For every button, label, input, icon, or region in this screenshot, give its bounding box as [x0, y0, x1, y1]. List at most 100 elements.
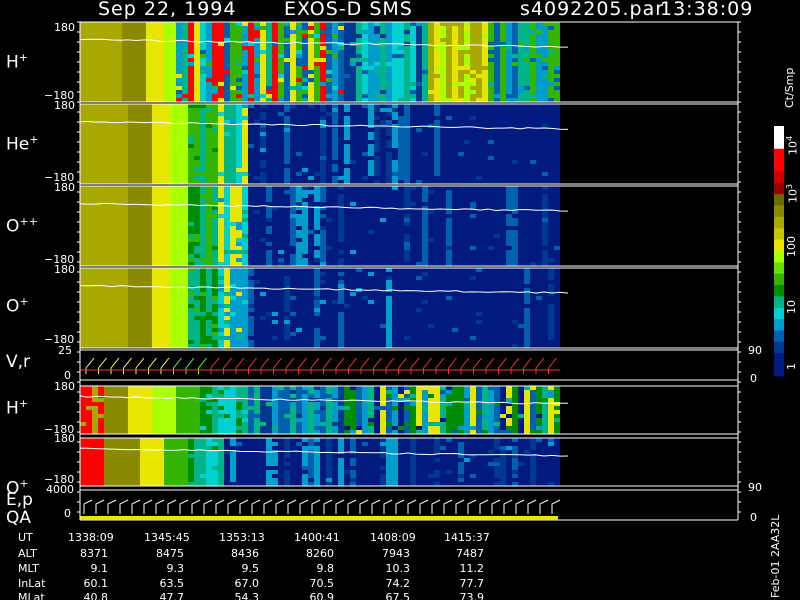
vr-sawtooth: [523, 357, 532, 374]
eph-label-mlat: MLat: [18, 591, 45, 600]
vr-sawtooth: [260, 357, 270, 374]
ep-sawtooth: [551, 499, 561, 514]
vr-sawtooth: [98, 357, 107, 374]
ep-sawtooth: [479, 499, 489, 514]
footer-id: Feb-01 2AA32L: [769, 514, 782, 598]
eph-label-alt: ALT: [18, 547, 37, 560]
eph-label-mlt: MLT: [18, 562, 39, 575]
eph-mlt-value: 11.2: [459, 562, 485, 575]
panel-label-h-plus-2: H+: [6, 397, 29, 419]
colorbar-swatch: [774, 205, 784, 218]
panel-label-he-plus: He+: [6, 133, 39, 155]
y-tick-p3-top: 180: [54, 181, 75, 194]
vr-sawtooth: [473, 357, 482, 374]
ep-sawtooth: [251, 499, 261, 514]
eph-inlat-value: 60.1: [83, 577, 109, 590]
vr-sawtooth: [460, 357, 470, 374]
y-tick-p1-top: 180: [54, 21, 75, 34]
ep-sawtooth: [419, 499, 429, 514]
vr-sawtooth: [423, 357, 432, 374]
qa-bar: [80, 516, 558, 520]
colorbar-swatch: [774, 239, 784, 252]
eph-inlat-value: 77.7: [459, 577, 485, 590]
eph-alt-value: 8260: [306, 547, 334, 560]
eph-ut-value: 1415:37: [444, 531, 490, 544]
y-tick-p8-top: 4000: [46, 483, 74, 496]
colorbar-tick-100: 100: [785, 236, 798, 257]
vr-sawtooth: [348, 357, 357, 374]
colorbar-tick-1: 1: [785, 363, 798, 370]
vr-sawtooth: [85, 357, 95, 374]
ep-sawtooth: [83, 499, 93, 514]
y-tick-p2-top: 180: [54, 99, 75, 112]
vr-sawtooth: [535, 357, 545, 374]
y-tick-p8-bot: 0: [64, 507, 71, 520]
eph-ut-value: 1353:13: [219, 531, 265, 544]
ep-sawtooth: [347, 499, 357, 514]
ep-sawtooth: [155, 499, 165, 514]
colorbar-swatch: [774, 319, 784, 332]
eph-mlat-value: 54.3: [234, 591, 260, 600]
eph-mlt-value: 10.3: [385, 562, 411, 575]
colorbar-swatch: [774, 285, 784, 297]
colorbar-swatch: [774, 353, 784, 366]
vr-sawtooth: [435, 357, 445, 374]
panel-h-plus-2: [80, 386, 560, 434]
panel-label-ep: E,p: [6, 490, 33, 510]
right-tick-p8-top: 90: [748, 481, 762, 494]
right-tick-p5-top: 90: [748, 344, 762, 357]
ep-sawtooth: [167, 499, 177, 514]
y-tick-p7-top: 180: [54, 432, 75, 445]
ep-sawtooth: [371, 499, 381, 514]
eph-alt-value: 8475: [156, 547, 184, 560]
colorbar-swatch: [774, 160, 784, 172]
ep-sawtooth: [395, 499, 405, 514]
ep-sawtooth: [323, 499, 333, 514]
eph-ut-value: 1408:09: [370, 531, 416, 544]
ep-sawtooth: [335, 499, 345, 514]
vr-sawtooth: [298, 357, 307, 374]
eph-mlat-value: 73.9: [459, 591, 485, 600]
ep-sawtooth: [263, 499, 273, 514]
y-tick-p6-top: 180: [54, 380, 75, 393]
vr-sawtooth: [123, 357, 132, 374]
ep-sawtooth: [287, 499, 297, 514]
eph-inlat-value: 70.5: [309, 577, 335, 590]
ep-sawtooth: [131, 499, 141, 514]
eph-mlat-value: 40.8: [83, 591, 109, 600]
colorbar-swatch: [774, 194, 784, 207]
vr-sawtooth: [310, 357, 320, 374]
vr-sawtooth: [323, 357, 332, 374]
colorbar-swatch: [774, 137, 784, 150]
ep-sawtooth: [227, 499, 237, 514]
vr-sawtooth: [135, 357, 145, 374]
eph-alt-value: 8371: [80, 547, 108, 560]
panel-label-o-plus: O+: [6, 295, 29, 317]
vr-sawtooth: [485, 357, 495, 374]
colorbar-swatch: [774, 228, 784, 241]
colorbar-tick-1e3: 103: [785, 183, 800, 203]
panel-o-plus-2: [80, 438, 560, 486]
eph-alt-value: 7487: [456, 547, 484, 560]
ep-sawtooth: [311, 499, 321, 514]
ep-sawtooth: [383, 499, 393, 514]
vr-sawtooth: [498, 357, 507, 374]
colorbar-swatch: [774, 262, 784, 275]
ep-sawtooth: [407, 499, 417, 514]
ep-sawtooth: [239, 499, 249, 514]
panel-h-plus: [80, 22, 560, 102]
ep-sawtooth: [503, 499, 513, 514]
ep-sawtooth: [191, 499, 201, 514]
vr-sawtooth: [210, 357, 220, 374]
eph-inlat-value: 63.5: [159, 577, 185, 590]
eph-mlat-value: 47.7: [159, 591, 185, 600]
colorbar-swatch: [774, 330, 784, 343]
spectrogram-canvas: [77, 21, 784, 521]
colorbar-unit: Ct/Smp: [783, 67, 796, 108]
ep-sawtooth: [467, 499, 477, 514]
ep-sawtooth: [443, 499, 453, 514]
vr-sawtooth: [510, 357, 520, 374]
vr-sawtooth: [248, 357, 257, 374]
colorbar-tick-10: 10: [785, 300, 798, 314]
colorbar-swatch: [774, 126, 784, 138]
